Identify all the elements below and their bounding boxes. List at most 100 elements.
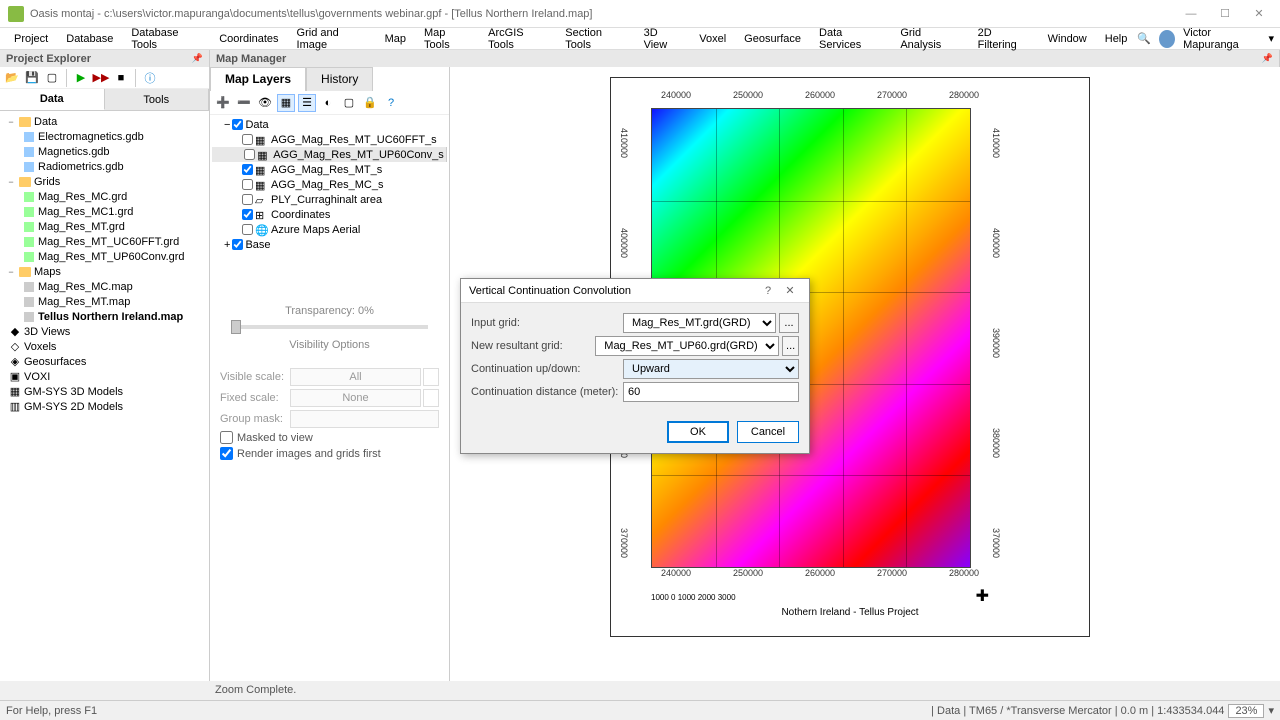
menu-data-services[interactable]: Data Services xyxy=(811,25,890,53)
layer-item[interactable]: ▦AGG_Mag_Res_MT_UP60Conv_s xyxy=(212,147,447,162)
menu-2d-filtering[interactable]: 2D Filtering xyxy=(970,25,1038,53)
close-button[interactable]: ✕ xyxy=(1246,5,1272,23)
user-dropdown-icon[interactable]: ▾ xyxy=(1268,32,1274,45)
fixed-scale-spin[interactable] xyxy=(423,389,439,407)
pe-play-icon[interactable]: ▶ xyxy=(73,70,89,86)
project-tree: −Data Electromagnetics.gdb Magnetics.gdb… xyxy=(0,111,209,681)
new-grid-select[interactable]: Mag_Res_MT_UP60.grd(GRD) xyxy=(595,336,779,356)
dialog-help-button[interactable]: ? xyxy=(757,285,779,297)
tree-geosurfaces[interactable]: ◈Geosurfaces xyxy=(2,354,207,369)
layer-item[interactable]: ▦AGG_Mag_Res_MT_s xyxy=(212,162,447,177)
mm-layers-icon[interactable]: ☰ xyxy=(298,94,316,112)
menu-database[interactable]: Database xyxy=(58,31,121,47)
status-info: | Data | TM65 / *Transverse Mercator | 0… xyxy=(931,705,1224,717)
visible-scale-field[interactable]: All xyxy=(290,368,421,386)
dialog-close-button[interactable]: ✕ xyxy=(779,284,801,297)
tree-db-item[interactable]: Radiometrics.gdb xyxy=(2,159,207,174)
pe-stop-icon[interactable]: ■ xyxy=(113,70,129,86)
mm-add-icon[interactable]: ➕ xyxy=(214,94,232,112)
status-help: For Help, press F1 xyxy=(6,705,97,717)
tree-grid-item[interactable]: Mag_Res_MT.grd xyxy=(2,219,207,234)
mm-remove-icon[interactable]: ➖ xyxy=(235,94,253,112)
menu-3dview[interactable]: 3D View xyxy=(636,25,690,53)
menu-arcgis-tools[interactable]: ArcGIS Tools xyxy=(480,25,555,53)
pe-info-icon[interactable]: ⓘ xyxy=(142,70,158,86)
menu-help[interactable]: Help xyxy=(1097,31,1136,47)
layer-item[interactable]: ⊞Coordinates xyxy=(212,207,447,222)
mm-help-icon[interactable]: ? xyxy=(382,94,400,112)
tree-data-folder[interactable]: −Data xyxy=(2,114,207,129)
masked-checkbox[interactable] xyxy=(220,431,233,444)
distance-input[interactable] xyxy=(623,382,799,402)
tab-map-layers[interactable]: Map Layers xyxy=(210,67,306,91)
tree-voxi[interactable]: ▣VOXI xyxy=(2,369,207,384)
minimize-button[interactable]: — xyxy=(1178,5,1204,23)
maximize-button[interactable]: ☐ xyxy=(1212,5,1238,23)
tree-map-item-active[interactable]: Tellus Northern Ireland.map xyxy=(2,309,207,324)
tree-map-item[interactable]: Mag_Res_MC.map xyxy=(2,279,207,294)
menu-geosurface[interactable]: Geosurface xyxy=(736,31,809,47)
pe-ff-icon[interactable]: ▶▶ xyxy=(93,70,109,86)
input-grid-browse-button[interactable]: ... xyxy=(779,313,799,333)
tree-3dviews[interactable]: ◆3D Views xyxy=(2,324,207,339)
menu-map-tools[interactable]: Map Tools xyxy=(416,25,478,53)
tree-voxels[interactable]: ◇Voxels xyxy=(2,339,207,354)
pe-open-icon[interactable]: 📂 xyxy=(4,70,20,86)
tree-grids-folder[interactable]: −Grids xyxy=(2,174,207,189)
render-first-checkbox[interactable] xyxy=(220,447,233,460)
tree-grid-item[interactable]: Mag_Res_MC1.grd xyxy=(2,204,207,219)
pe-save-icon[interactable]: 💾 xyxy=(24,70,40,86)
menu-coordinates[interactable]: Coordinates xyxy=(211,31,286,47)
new-grid-browse-button[interactable]: ... xyxy=(782,336,799,356)
tree-db-item[interactable]: Electromagnetics.gdb xyxy=(2,129,207,144)
transparency-slider[interactable] xyxy=(231,325,428,329)
zoom-complete-status: Zoom Complete. xyxy=(215,684,296,696)
menu-grid-image[interactable]: Grid and Image xyxy=(289,25,375,53)
ok-button[interactable]: OK xyxy=(667,421,729,443)
group-mask-field[interactable] xyxy=(290,410,439,428)
visible-scale-spin[interactable] xyxy=(423,368,439,386)
map-title: Nothern Ireland - Tellus Project xyxy=(611,607,1089,618)
menu-section-tools[interactable]: Section Tools xyxy=(557,25,633,53)
pin-icon[interactable]: 📌 xyxy=(1262,53,1273,64)
search-icon[interactable]: 🔍 xyxy=(1137,32,1151,45)
mm-shadow-icon[interactable]: ◐ xyxy=(319,94,337,112)
layer-item[interactable]: 🌐Azure Maps Aerial xyxy=(212,222,447,237)
tree-grid-item[interactable]: Mag_Res_MC.grd xyxy=(2,189,207,204)
pe-view-icon[interactable]: ▢ xyxy=(44,70,60,86)
layer-data-folder[interactable]: −Data xyxy=(212,117,447,132)
layer-item[interactable]: ▦AGG_Mag_Res_MC_s xyxy=(212,177,447,192)
tree-db-item[interactable]: Magnetics.gdb xyxy=(2,144,207,159)
zoom-dropdown-icon[interactable]: ▾ xyxy=(1268,704,1274,717)
pin-icon[interactable]: 📌 xyxy=(192,53,203,64)
tree-map-item[interactable]: Mag_Res_MT.map xyxy=(2,294,207,309)
menu-voxel[interactable]: Voxel xyxy=(691,31,734,47)
menu-project[interactable]: Project xyxy=(6,31,56,47)
tree-gmsys2d[interactable]: ▥GM-SYS 2D Models xyxy=(2,399,207,414)
tree-grid-item[interactable]: Mag_Res_MT_UC60FFT.grd xyxy=(2,234,207,249)
zoom-level[interactable]: 23% xyxy=(1228,704,1264,718)
input-grid-select[interactable]: Mag_Res_MT.grd(GRD) xyxy=(623,313,776,333)
menu-database-tools[interactable]: Database Tools xyxy=(123,25,209,53)
tree-maps-folder[interactable]: −Maps xyxy=(2,264,207,279)
tree-grid-item[interactable]: Mag_Res_MT_UP60Conv.grd xyxy=(2,249,207,264)
tree-gmsys3d[interactable]: ▦GM-SYS 3D Models xyxy=(2,384,207,399)
menu-grid-analysis[interactable]: Grid Analysis xyxy=(892,25,967,53)
tab-tools[interactable]: Tools xyxy=(105,89,210,110)
direction-select[interactable]: Upward xyxy=(623,359,799,379)
layer-item[interactable]: ▦AGG_Mag_Res_MT_UC60FFT_s xyxy=(212,132,447,147)
user-avatar[interactable] xyxy=(1159,30,1175,48)
mm-view-icon[interactable]: 👁 xyxy=(256,94,274,112)
cancel-button[interactable]: Cancel xyxy=(737,421,799,443)
tab-data[interactable]: Data xyxy=(0,89,105,110)
mm-square-icon[interactable]: ▢ xyxy=(340,94,358,112)
menu-map[interactable]: Map xyxy=(377,31,414,47)
map-manager-panel: Map Layers History ➕ ➖ 👁 ▦ ☰ ◐ ▢ 🔒 ? −Da… xyxy=(210,67,450,681)
layer-item[interactable]: ▱PLY_Curraghinalt area xyxy=(212,192,447,207)
mm-grid-icon[interactable]: ▦ xyxy=(277,94,295,112)
tab-history[interactable]: History xyxy=(306,67,373,91)
fixed-scale-field[interactable]: None xyxy=(290,389,421,407)
layer-base-folder[interactable]: +Base xyxy=(212,237,447,252)
mm-lock-icon[interactable]: 🔒 xyxy=(361,94,379,112)
menu-window[interactable]: Window xyxy=(1040,31,1095,47)
